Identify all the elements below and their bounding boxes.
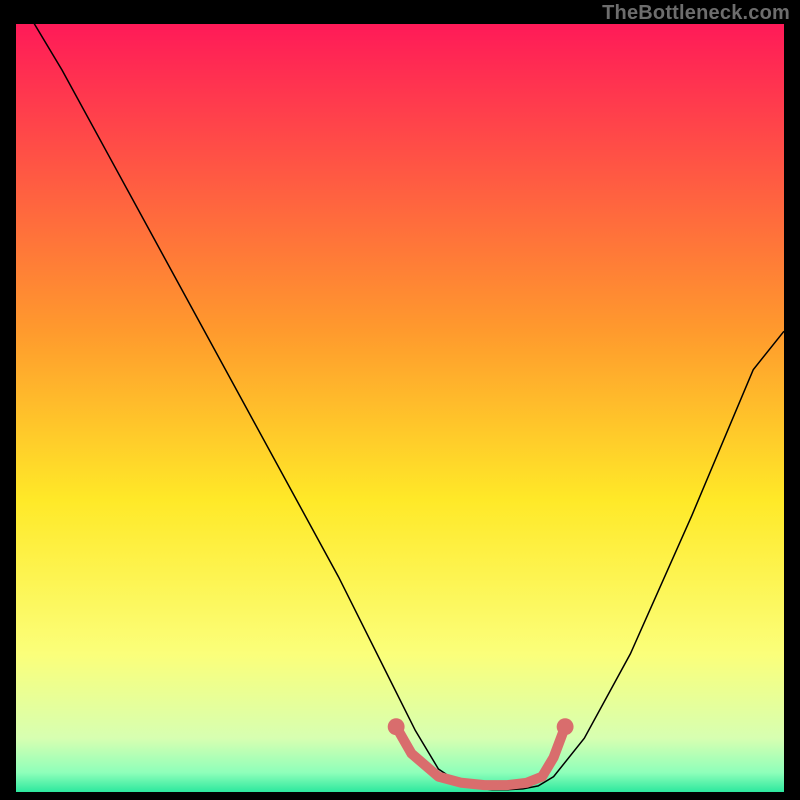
chart-plot-area [16,24,784,792]
chart-background [16,24,784,792]
watermark-text: TheBottleneck.com [602,2,790,25]
chart-svg [16,24,784,792]
highlight-endpoint-right [557,718,574,735]
highlight-endpoint-left [388,718,405,735]
